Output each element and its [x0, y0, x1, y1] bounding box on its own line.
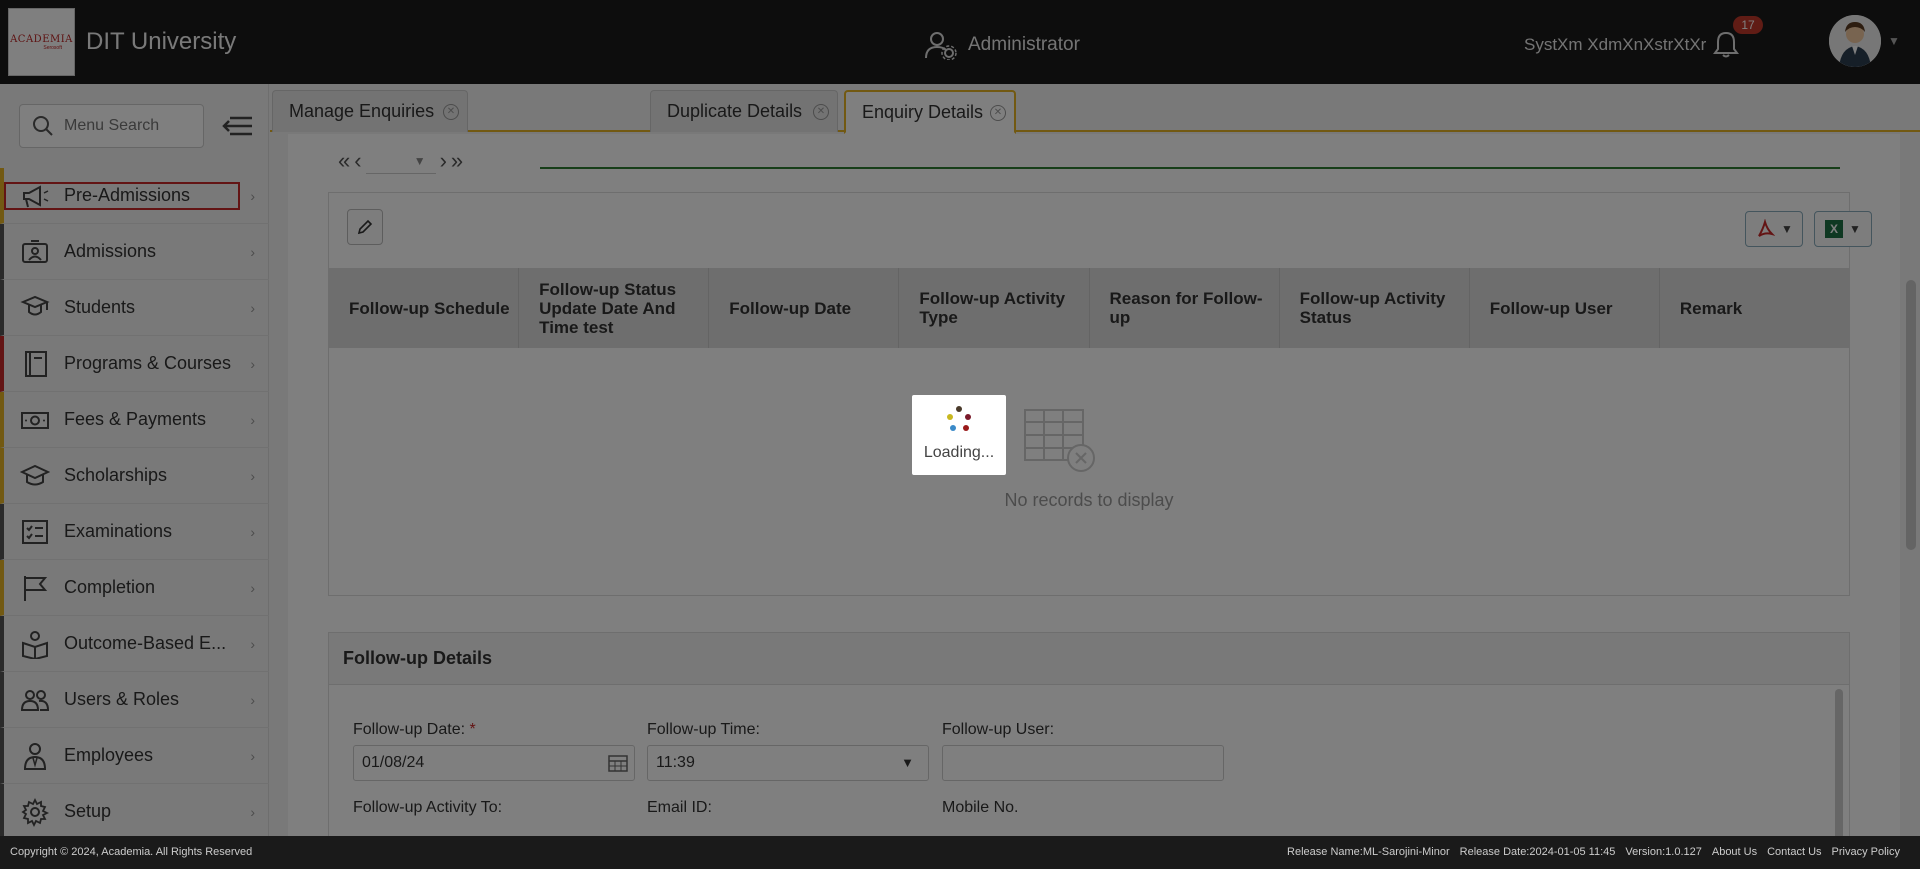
- spinner-icon: [947, 406, 971, 431]
- contact-us-link[interactable]: Contact Us: [1767, 846, 1821, 858]
- footer-links: Release Name:ML-Sarojini-Minor Release D…: [1287, 846, 1900, 858]
- loading-text: Loading...: [923, 444, 995, 461]
- version: Version:1.0.127: [1625, 846, 1702, 858]
- privacy-policy-link[interactable]: Privacy Policy: [1832, 846, 1900, 858]
- loading-overlay: Loading...: [0, 0, 1920, 836]
- release-date: Release Date:2024-01-05 11:45: [1459, 846, 1616, 858]
- copyright: Copyright © 2024, Academia. All Rights R…: [10, 846, 253, 858]
- release-name: Release Name:ML-Sarojini-Minor: [1287, 846, 1450, 858]
- about-us-link[interactable]: About Us: [1712, 846, 1757, 858]
- loading-dialog: Loading...: [912, 395, 1006, 475]
- footer: Copyright © 2024, Academia. All Rights R…: [0, 836, 1920, 869]
